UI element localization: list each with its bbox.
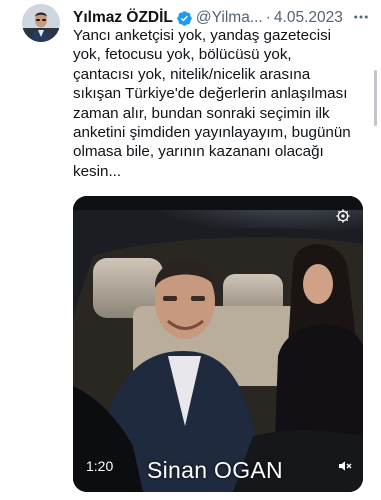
- tweet-date[interactable]: 4.05.2023: [274, 8, 343, 28]
- video-frame: [73, 196, 363, 492]
- volume-muted-icon[interactable]: [337, 458, 353, 474]
- tweet-text-line: anketini şimdiden yayınlayayım, bugünün: [73, 124, 351, 142]
- tweet-text-line: Yancı anketçisi yok, yandaş gazetecisi: [73, 27, 332, 44]
- tweet-text-line: zaman alır, bundan sonraki seçimin ilk: [73, 104, 330, 122]
- video-caption: Sinan OGAN: [147, 457, 283, 483]
- separator-dot: ·: [265, 9, 271, 26]
- tweet: Yılmaz ÖZDİL @Yilma... · 4.05.2023 Yancı…: [0, 0, 381, 500]
- settings-icon[interactable]: [335, 208, 351, 224]
- tweet-text: Yancı anketçisi yok, yandaş gazetecisi y…: [73, 26, 373, 181]
- tweet-text-line: yok, fetocusu yok, bölücüsü yok,: [73, 46, 292, 64]
- avatar[interactable]: [22, 4, 60, 42]
- tweet-text-line: çantacısı yok, nitelik/nicelik arasına: [73, 65, 311, 83]
- video-player[interactable]: 1:20 Sinan OGAN: [73, 196, 363, 492]
- tweet-text-line: sıkışan Türkiye'de değerlerin anlaşılmas…: [73, 85, 348, 103]
- tweet-text-line: kesin...: [73, 162, 122, 180]
- tweet-header: Yılmaz ÖZDİL @Yilma... · 4.05.2023: [73, 8, 373, 28]
- verified-badge-icon: [177, 10, 192, 26]
- author-handle[interactable]: @Yilma...: [196, 8, 263, 28]
- author-name[interactable]: Yılmaz ÖZDİL: [73, 8, 173, 28]
- more-icon[interactable]: [351, 7, 371, 27]
- video-time: 1:20: [86, 458, 114, 474]
- scrollbar-thumb[interactable]: [374, 70, 377, 126]
- tweet-text-line: olmasa bile, yarının kazananı olacağı: [73, 143, 324, 161]
